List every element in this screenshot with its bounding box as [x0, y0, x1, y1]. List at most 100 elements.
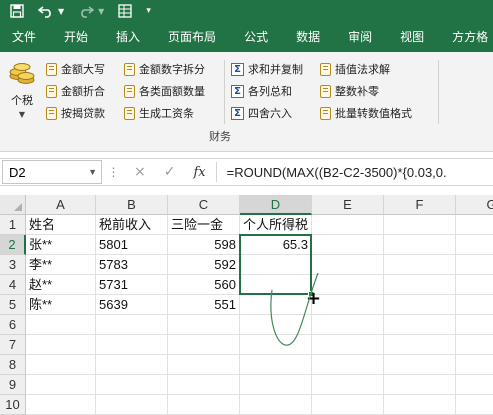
- sum-and-copy-button[interactable]: Σ 求和并复制: [231, 58, 303, 80]
- cell-g6[interactable]: [456, 315, 493, 335]
- cell-f6[interactable]: [384, 315, 456, 335]
- cell-a4[interactable]: 赵**: [26, 275, 96, 295]
- tab-formulas[interactable]: 公式: [230, 22, 282, 52]
- row-header-4[interactable]: 4: [0, 275, 26, 295]
- row-header-1[interactable]: 1: [0, 215, 26, 235]
- cell-f1[interactable]: [384, 215, 456, 235]
- cell-f4[interactable]: [384, 275, 456, 295]
- tab-insert[interactable]: 插入: [102, 22, 154, 52]
- save-icon[interactable]: [10, 2, 24, 20]
- cell-c4[interactable]: 560: [168, 275, 240, 295]
- cell-a3[interactable]: 李**: [26, 255, 96, 275]
- row-header-7[interactable]: 7: [0, 335, 26, 355]
- cell-e1[interactable]: [312, 215, 384, 235]
- customize-toolbar-icon[interactable]: ▾: [146, 2, 151, 20]
- personal-tax-button[interactable]: 个税 ▼: [4, 58, 40, 126]
- payslip-generate-button[interactable]: 生成工资条: [124, 102, 205, 124]
- form-icon[interactable]: [118, 2, 132, 20]
- denomination-count-button[interactable]: 各类面额数量: [124, 80, 205, 102]
- cell-c8[interactable]: [168, 355, 240, 375]
- formula-bar-resize-handle[interactable]: ⋮: [102, 165, 124, 179]
- cell-a9[interactable]: [26, 375, 96, 395]
- column-header-c[interactable]: C: [168, 195, 240, 215]
- cell-d8[interactable]: [240, 355, 312, 375]
- cell-b10[interactable]: [96, 395, 168, 415]
- column-header-d[interactable]: D: [240, 195, 312, 215]
- redo-icon[interactable]: [78, 2, 95, 20]
- cell-a8[interactable]: [26, 355, 96, 375]
- cell-f10[interactable]: [384, 395, 456, 415]
- cell-f5[interactable]: [384, 295, 456, 315]
- cell-e6[interactable]: [312, 315, 384, 335]
- cell-f3[interactable]: [384, 255, 456, 275]
- cell-f7[interactable]: [384, 335, 456, 355]
- cell-b2[interactable]: 5801: [96, 235, 168, 255]
- column-totals-button[interactable]: Σ 各列总和: [231, 80, 303, 102]
- cell-g2[interactable]: [456, 235, 493, 255]
- cell-c6[interactable]: [168, 315, 240, 335]
- column-header-f[interactable]: F: [384, 195, 456, 215]
- cell-e8[interactable]: [312, 355, 384, 375]
- cell-f8[interactable]: [384, 355, 456, 375]
- cell-e5[interactable]: [312, 295, 384, 315]
- integer-zero-pad-button[interactable]: 整数补零: [320, 80, 412, 102]
- column-header-a[interactable]: A: [26, 195, 96, 215]
- cell-e3[interactable]: [312, 255, 384, 275]
- cell-a10[interactable]: [26, 395, 96, 415]
- tab-page-layout[interactable]: 页面布局: [154, 22, 230, 52]
- interpolation-solve-button[interactable]: 插值法求解: [320, 58, 412, 80]
- enter-icon[interactable]: ✓: [164, 164, 176, 180]
- cell-g1[interactable]: [456, 215, 493, 235]
- cell-d2[interactable]: 65.3: [240, 235, 312, 255]
- cell-g8[interactable]: [456, 355, 493, 375]
- cell-g9[interactable]: [456, 375, 493, 395]
- cancel-icon[interactable]: ×: [134, 164, 146, 180]
- cell-g5[interactable]: [456, 295, 493, 315]
- cell-d6[interactable]: [240, 315, 312, 335]
- cell-b5[interactable]: 5639: [96, 295, 168, 315]
- row-header-3[interactable]: 3: [0, 255, 26, 275]
- cell-a6[interactable]: [26, 315, 96, 335]
- tab-fangfange[interactable]: 方方格: [438, 22, 493, 52]
- cell-d7[interactable]: [240, 335, 312, 355]
- cell-d10[interactable]: [240, 395, 312, 415]
- cell-a7[interactable]: [26, 335, 96, 355]
- row-header-9[interactable]: 9: [0, 375, 26, 395]
- tab-home[interactable]: 开始: [50, 22, 102, 52]
- cell-e9[interactable]: [312, 375, 384, 395]
- column-header-b[interactable]: B: [96, 195, 168, 215]
- tab-data[interactable]: 数据: [282, 22, 334, 52]
- cell-b8[interactable]: [96, 355, 168, 375]
- undo-dropdown-icon[interactable]: ▼: [58, 2, 64, 20]
- select-all-corner[interactable]: [0, 195, 26, 215]
- tab-file[interactable]: 文件: [0, 22, 50, 52]
- cell-c1[interactable]: 三险一金: [168, 215, 240, 235]
- cell-g10[interactable]: [456, 395, 493, 415]
- cell-b7[interactable]: [96, 335, 168, 355]
- formula-input[interactable]: =ROUND(MAX((B2-C2-3500)*{0.03,0.: [217, 165, 493, 180]
- cell-e2[interactable]: [312, 235, 384, 255]
- name-box[interactable]: D2 ▼: [2, 160, 102, 184]
- batch-to-number-button[interactable]: 批量转数值格式: [320, 102, 412, 124]
- cell-a1[interactable]: 姓名: [26, 215, 96, 235]
- undo-icon[interactable]: [38, 2, 54, 20]
- cell-d5[interactable]: [240, 295, 312, 315]
- cell-g7[interactable]: [456, 335, 493, 355]
- cell-d1[interactable]: 个人所得税: [240, 215, 312, 235]
- redo-dropdown-icon[interactable]: ▼: [98, 2, 104, 20]
- cell-c10[interactable]: [168, 395, 240, 415]
- cell-e4[interactable]: [312, 275, 384, 295]
- cell-b1[interactable]: 税前收入: [96, 215, 168, 235]
- cell-d9[interactable]: [240, 375, 312, 395]
- cell-c9[interactable]: [168, 375, 240, 395]
- cell-d3[interactable]: [240, 255, 312, 275]
- row-header-10[interactable]: 10: [0, 395, 26, 415]
- cell-f9[interactable]: [384, 375, 456, 395]
- cell-b9[interactable]: [96, 375, 168, 395]
- cell-b3[interactable]: 5783: [96, 255, 168, 275]
- amount-discount-button[interactable]: 金额折合: [46, 80, 105, 102]
- cell-e10[interactable]: [312, 395, 384, 415]
- cell-a5[interactable]: 陈**: [26, 295, 96, 315]
- cell-g3[interactable]: [456, 255, 493, 275]
- cell-g4[interactable]: [456, 275, 493, 295]
